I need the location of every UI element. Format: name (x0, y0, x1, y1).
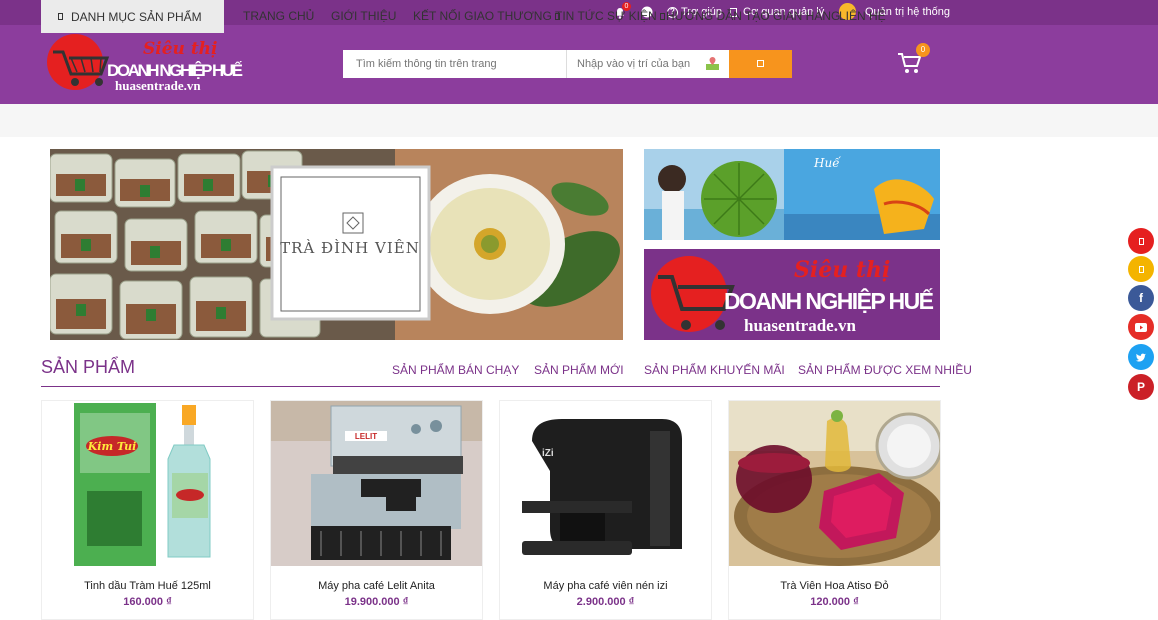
banner-ad-main: DOANH NGHIỆP HUẾ (724, 287, 934, 314)
product-label-text: iZi (542, 448, 554, 459)
logo-script-text: Siêu thị (143, 39, 218, 59)
product-card[interactable]: iZi Máy pha café viên nén izi 2.900.000 … (499, 400, 712, 620)
banner-hue-text: Huế (813, 155, 841, 170)
product-name[interactable]: Máy pha café Lelit Anita (271, 580, 482, 592)
main-nav (0, 104, 1158, 137)
nav-news-label: TIN TỨC SỰ KIỆN (555, 9, 657, 23)
menu-icon (58, 13, 63, 20)
logo-domain-text: huasentrade.vn (115, 78, 201, 92)
banner-ad-domain: huasentrade.vn (744, 316, 856, 335)
tab-most-viewed[interactable]: SẢN PHẨM ĐƯỢC XEM NHIỀU (798, 363, 972, 377)
product-label-text: Kim Tui (87, 440, 137, 453)
cart-button[interactable]: 0 (897, 43, 930, 76)
product-image[interactable] (729, 401, 940, 566)
nav-about[interactable]: GIỚI THIỆU (331, 0, 396, 33)
nav-store-guide[interactable]: HƯỚNG DẪN TẠO GIAN HÀNG (666, 0, 840, 33)
search-icon (757, 60, 764, 67)
nav-home[interactable]: TRANG CHỦ (243, 0, 314, 33)
product-image[interactable]: iZi (500, 401, 711, 566)
banner-hue-tourism[interactable]: Huế (644, 149, 940, 240)
cart-count-badge: 0 (916, 43, 930, 57)
nav-trade-connect-label: KẾT NỐI GIAO THƯƠNG (413, 9, 552, 23)
product-card[interactable]: LELIT Máy pha café Lelit Anita 19.900.00… (270, 400, 483, 620)
search-button[interactable] (729, 50, 792, 78)
main-banner[interactable]: TRÀ ĐÌNH VIÊN (50, 149, 623, 340)
nav-contact[interactable]: LIÊN HỆ (839, 0, 886, 33)
dropdown-icon (659, 13, 665, 21)
nav-news[interactable]: TIN TỨC SỰ KIỆN (555, 0, 665, 33)
product-image[interactable]: Kim Tui (42, 401, 253, 566)
bookmark-icon[interactable] (1128, 256, 1154, 282)
product-name[interactable]: Tinh dầu Tràm Huế 125ml (42, 580, 253, 592)
products-section-title: SẢN PHẨM (41, 357, 136, 377)
search-input[interactable] (343, 50, 566, 78)
product-price: 160.000 ₫ (123, 596, 172, 608)
search-bar (343, 50, 792, 78)
site-logo[interactable]: Siêu thị DOANH NGHIỆP HUẾ huasentrade.vn (45, 34, 245, 93)
facebook-icon[interactable]: f (1128, 285, 1154, 311)
banner-supermarket-ad[interactable]: Siêu thị DOANH NGHIỆP HUẾ huasentrade.vn (644, 249, 940, 340)
product-name[interactable]: Trà Viên Hoa Atiso Đỏ (729, 580, 940, 592)
banner-ad-script: Siêu thị (794, 257, 890, 283)
product-price: 2.900.000 ₫ (576, 596, 635, 608)
product-card[interactable]: Trà Viên Hoa Atiso Đỏ 120.000 ₫ (728, 400, 941, 620)
product-price: 120.000 ₫ (810, 596, 859, 608)
section-divider (41, 386, 940, 387)
product-card[interactable]: Kim Tui Tinh dầu Tràm Huế 125ml 160.000 … (41, 400, 254, 620)
product-label-text: LELIT (355, 432, 377, 441)
nav-trade-connect[interactable]: KẾT NỐI GIAO THƯƠNG (413, 0, 561, 33)
product-name[interactable]: Máy pha café viên nén izi (500, 580, 711, 592)
tab-promotion[interactable]: SẢN PHẨM KHUYẾN MÃI (644, 363, 785, 377)
banner-brand-text: TRÀ ĐÌNH VIÊN (280, 239, 420, 257)
category-menu-label: DANH MỤC SẢN PHẨM (71, 9, 202, 24)
map-pin-icon[interactable] (705, 56, 720, 71)
pin-icon[interactable] (1128, 228, 1154, 254)
tab-best-selling[interactable]: SẢN PHẨM BÁN CHẠY (392, 363, 519, 377)
product-price: 19.900.000 ₫ (344, 596, 409, 608)
category-menu-button[interactable]: DANH MỤC SẢN PHẨM (41, 0, 224, 33)
product-image[interactable]: LELIT (271, 401, 482, 566)
youtube-icon[interactable] (1128, 314, 1154, 340)
tab-new[interactable]: SẢN PHẨM MỚI (534, 363, 624, 377)
twitter-icon[interactable] (1128, 344, 1154, 370)
pinterest-icon[interactable]: P (1128, 374, 1154, 400)
